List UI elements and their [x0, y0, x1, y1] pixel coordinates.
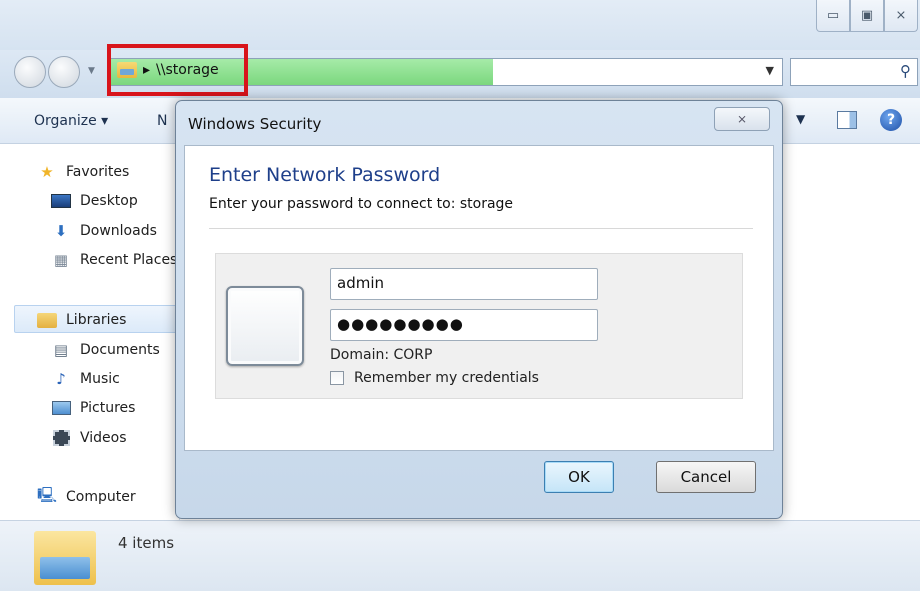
address-highlight-box [107, 44, 248, 96]
back-button[interactable] [14, 56, 46, 88]
details-pane: 4 items [0, 520, 920, 591]
dialog-footer: OK Cancel [184, 451, 774, 505]
sidebar-item-documents[interactable]: ▤ Documents [50, 341, 160, 359]
sidebar-item-label: Downloads [80, 223, 157, 239]
windows-security-dialog: Windows Security ⨯ Enter Network Passwor… [175, 100, 783, 519]
ok-button[interactable]: OK [544, 461, 614, 493]
folder-icon [34, 531, 96, 585]
search-icon[interactable]: ⚲ [900, 62, 911, 80]
dialog-title: Windows Security [188, 115, 322, 133]
dialog-close-button[interactable]: ⨯ [714, 107, 770, 131]
help-icon[interactable]: ? [880, 109, 902, 131]
items-count: 4 items [118, 534, 175, 552]
maximize-button[interactable]: ▣ [850, 0, 884, 32]
sidebar-item-label: Computer [66, 489, 136, 505]
title-bar: ▭ ▣ ⨯ [0, 0, 920, 50]
username-field[interactable]: admin [330, 268, 598, 300]
dialog-body: Enter Network Password Enter your passwo… [184, 145, 774, 451]
user-tile-icon [226, 286, 304, 366]
videos-icon [50, 429, 72, 447]
dialog-subtitle: Enter your password to connect to: stora… [209, 196, 514, 212]
sidebar-item-label: Favorites [66, 164, 130, 180]
desktop-icon [50, 192, 72, 210]
sidebar-item-label: Desktop [80, 193, 138, 209]
sidebar-item-label: Documents [80, 342, 160, 358]
sidebar-item-recent-places[interactable]: ▦ Recent Places [50, 251, 177, 269]
address-dropdown-icon[interactable]: ▼ [766, 64, 774, 77]
sidebar-item-label: Libraries [66, 312, 127, 328]
documents-icon: ▤ [53, 341, 69, 359]
minimize-button[interactable]: ▭ [816, 0, 850, 32]
caption-buttons: ▭ ▣ ⨯ [816, 0, 918, 32]
search-input[interactable]: ⚲ [790, 58, 918, 86]
sidebar-item-pictures[interactable]: Pictures [50, 399, 135, 417]
remember-credentials-checkbox[interactable] [330, 371, 344, 385]
sidebar-item-label: Videos [80, 430, 127, 446]
sidebar-item-computer[interactable]: 🖳 Computer [36, 485, 136, 506]
libraries-icon [36, 311, 58, 329]
credential-tile-panel: admin ●●●●●●●●● Domain: CORP Remember my… [215, 253, 743, 399]
dialog-heading: Enter Network Password [209, 164, 441, 186]
remember-credentials-label[interactable]: Remember my credentials [354, 370, 539, 386]
forward-button[interactable] [48, 56, 80, 88]
sidebar-item-libraries[interactable]: Libraries [36, 311, 126, 329]
computer-icon: 🖳 [36, 485, 57, 504]
star-icon: ★ [40, 163, 54, 181]
organize-menu[interactable]: Organize ▾ [34, 113, 108, 129]
downloads-icon: ⬇ [54, 222, 68, 240]
sidebar-item-favorites[interactable]: ★ Favorites [36, 163, 129, 181]
music-icon: ♪ [56, 370, 66, 388]
views-dropdown-icon[interactable]: ▼ [796, 112, 805, 126]
password-field[interactable]: ●●●●●●●●● [330, 309, 598, 341]
sidebar-item-music[interactable]: ♪ Music [50, 370, 120, 388]
navigation-pane: ★ Favorites Desktop ⬇ Downloads ▦ Recent… [0, 145, 180, 520]
divider [209, 228, 753, 229]
pictures-icon [50, 399, 72, 417]
cancel-button[interactable]: Cancel [656, 461, 756, 493]
remember-credentials-row[interactable]: Remember my credentials [330, 370, 539, 386]
recent-places-icon: ▦ [53, 251, 69, 269]
domain-label: Domain: CORP [330, 347, 433, 363]
sidebar-item-downloads[interactable]: ⬇ Downloads [50, 222, 157, 240]
sidebar-item-videos[interactable]: Videos [50, 429, 127, 447]
sidebar-item-desktop[interactable]: Desktop [50, 192, 138, 210]
sidebar-item-label: Music [80, 371, 120, 387]
recent-pages-dropdown[interactable]: ▼ [88, 66, 95, 76]
new-folder-button[interactable]: N [157, 113, 167, 129]
preview-pane-icon[interactable] [837, 111, 857, 129]
sidebar-item-label: Pictures [80, 400, 136, 416]
close-button[interactable]: ⨯ [884, 0, 918, 32]
sidebar-item-label: Recent Places [80, 252, 178, 268]
